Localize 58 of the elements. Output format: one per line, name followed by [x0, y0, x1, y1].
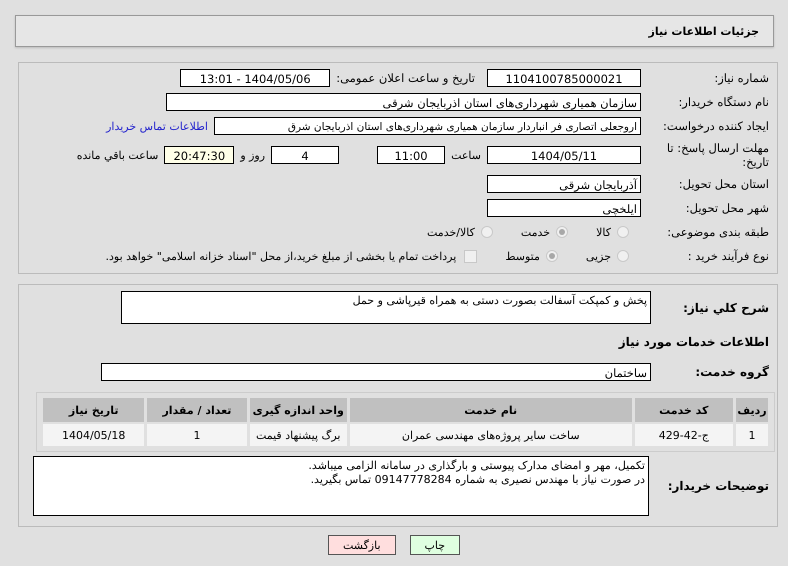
table-cell: ساخت سایر پروژه‌های مهندسی عمران — [350, 424, 632, 446]
table-cell: 1 — [147, 424, 247, 446]
service-group-field: ساختمان — [101, 363, 651, 381]
province-field: آذربایجان شرقی — [487, 175, 641, 193]
time-label: ساعت — [451, 148, 481, 162]
buyer-contact-link[interactable]: اطلاعات تماس خریدار — [106, 120, 208, 132]
days-field: 4 — [271, 146, 340, 164]
print-button[interactable]: چاپ — [410, 535, 460, 555]
city-field: ایلخچی — [487, 199, 641, 217]
note-line: در صورت نیاز با مهندس نصیری به شماره 09147778284 تماس بگیرید. — [310, 473, 645, 487]
column-header: تعداد / مقدار — [147, 398, 247, 422]
page-title: جزئیات اطلاعات نیاز — [648, 24, 759, 38]
days-label: روز و — [240, 148, 266, 162]
column-header: تاریخ نیاز — [43, 398, 144, 422]
radio-label: کالا/خدمت — [427, 226, 475, 238]
table-cell: 1 — [736, 424, 768, 446]
column-header: ردیف — [736, 398, 768, 422]
buyer-org-field: سازمان همیاری شهرداری‌های استان اذربایجان شرقی — [166, 93, 641, 111]
radio-label: خدمت — [520, 226, 550, 238]
table-cell: برگ پیشنهاد قیمت — [250, 424, 347, 446]
creator-field: اروجعلی اتصاری فر انباردار سازمان همیاری شهرداری‌های استان اذربایجان شرق — [214, 117, 641, 135]
field-label: نام دستگاه خریدار: — [677, 95, 769, 109]
field-label: تاریخ و ساعت اعلان عمومی: — [336, 71, 475, 85]
checkbox[interactable] — [464, 250, 478, 262]
radio-button[interactable] — [617, 250, 629, 262]
table-cell: 1404/05/18 — [43, 424, 144, 446]
back-button[interactable]: بازگشت — [328, 535, 396, 555]
table-cell: ج-42-429 — [634, 424, 734, 446]
radio-button[interactable] — [617, 226, 629, 238]
field-label: گروه خدمت: — [694, 365, 769, 379]
field-label: نوع فرآیند خرید : — [686, 249, 769, 263]
deadline-date-field: 1404/05/11 — [487, 146, 641, 164]
radio-label: جزیی — [586, 250, 611, 262]
note-line: تکمیل، مهر و امضای مدارک پیوستی و بارگذاری در سامانه الزامی میباشد. — [307, 459, 645, 473]
field-label: شرح کلي نياز: — [682, 300, 769, 314]
announce-date-field: 1404/05/06 - 13:01 — [180, 69, 330, 87]
radio-label: متوسط — [505, 250, 540, 262]
radio-label: کالا — [596, 226, 611, 238]
section-heading: اطلاعات خدمات مورد نیاز — [618, 335, 769, 349]
remaining-time-field: 20:47:30 — [164, 146, 234, 164]
deadline-time-field: 11:00 — [377, 146, 446, 164]
field-label: شهر محل تحویل: — [684, 201, 769, 215]
column-header: کد خدمت — [634, 398, 734, 422]
description-field: پخش و کمپکت آسفالت بصورت دستی به همراه قیرپاشی و حمل — [121, 291, 651, 324]
checkbox-label: پرداخت تمام یا بخشی از مبلغ خرید،از محل "اسناد خزانه اسلامی" خواهد بود. — [106, 250, 456, 262]
need-number-field: 1104100785000021 — [487, 69, 641, 87]
column-header: واحد اندازه گیری — [250, 398, 347, 422]
field-label: طبقه بندی موضوعی: — [666, 225, 769, 239]
field-label: استان محل تحویل: — [678, 177, 769, 191]
field-label: مهلت ارسال پاسخ: تا تاریخ: — [666, 141, 769, 169]
remaining-label: ساعت باقي مانده — [76, 148, 158, 162]
radio-button[interactable] — [556, 226, 568, 238]
radio-button[interactable] — [546, 250, 558, 262]
column-header: نام خدمت — [350, 398, 632, 422]
field-label: ایجاد کننده درخواست: — [662, 119, 769, 133]
field-label: توضیحات خریدار: — [666, 479, 769, 493]
field-label: شماره نیاز: — [713, 71, 769, 85]
radio-button[interactable] — [480, 226, 493, 238]
